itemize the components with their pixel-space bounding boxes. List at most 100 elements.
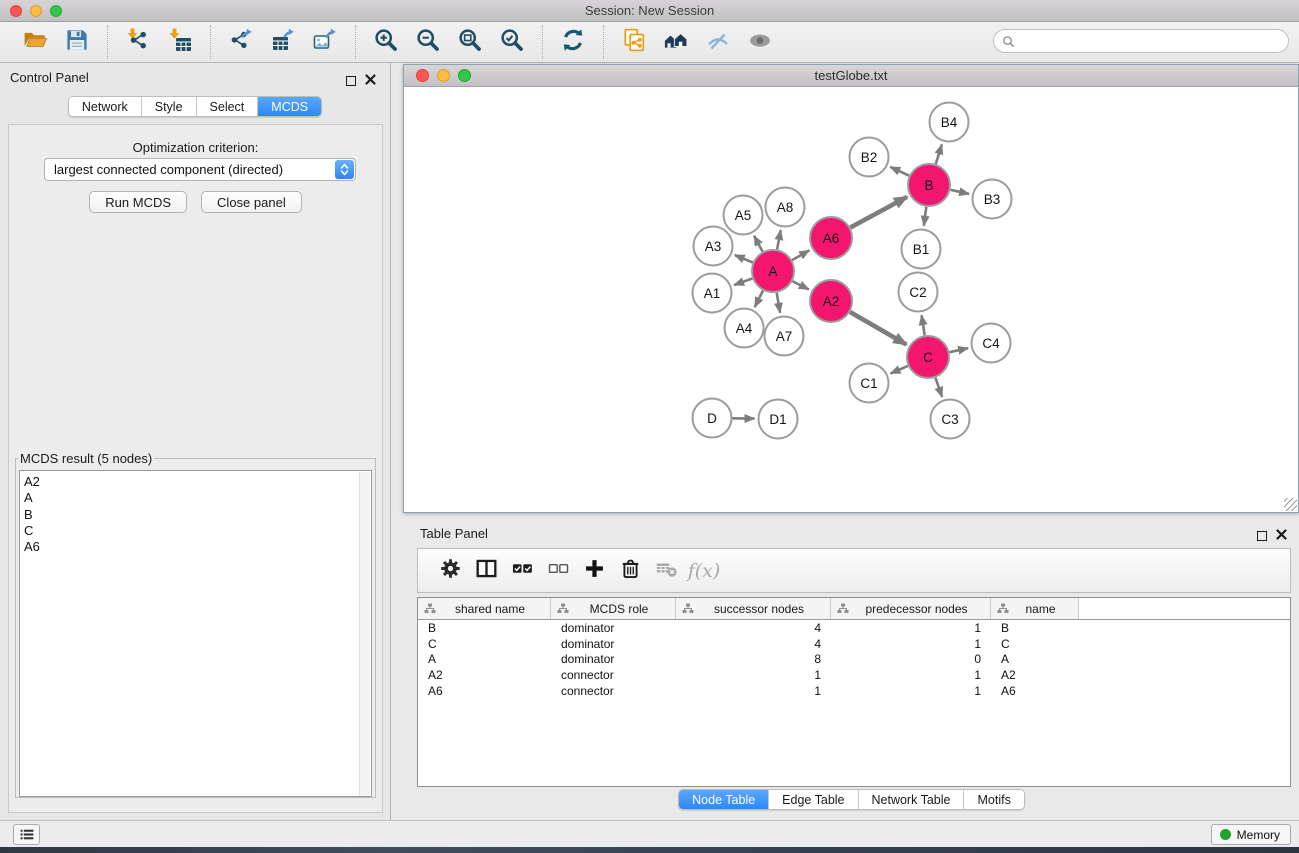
table-cell[interactable]: connector xyxy=(551,684,676,698)
clone-network-button[interactable] xyxy=(619,27,649,57)
float-table-panel-icon[interactable] xyxy=(1257,531,1267,541)
edge-A-A5[interactable] xyxy=(754,236,763,252)
node-A3[interactable]: A3 xyxy=(694,227,733,266)
node-C1[interactable]: C1 xyxy=(850,364,889,403)
table-cell[interactable]: A6 xyxy=(418,684,551,698)
table-cell[interactable]: 1 xyxy=(831,637,991,651)
edge-B-B1[interactable] xyxy=(924,207,926,226)
table-cell[interactable]: A xyxy=(991,652,1079,666)
hide-panel-button[interactable] xyxy=(703,27,733,57)
table-settings-button[interactable] xyxy=(432,555,468,587)
tab-network-table[interactable]: Network Table xyxy=(858,790,964,809)
minimize-window-button[interactable] xyxy=(30,5,42,17)
tab-node-table[interactable]: Node Table xyxy=(679,790,768,809)
search-box[interactable] xyxy=(993,29,1289,53)
import-table-button[interactable] xyxy=(165,27,195,57)
network-window-titlebar[interactable]: testGlobe.txt xyxy=(404,65,1298,87)
table-cell[interactable]: connector xyxy=(551,668,676,682)
table-cell[interactable]: 1 xyxy=(831,621,991,635)
column-header-successor-nodes[interactable]: successor nodes xyxy=(676,598,831,619)
mcds-result-item[interactable]: A6 xyxy=(20,539,371,555)
column-header-name[interactable]: name xyxy=(991,598,1079,619)
task-history-button[interactable] xyxy=(13,824,40,845)
table-cell[interactable]: 1 xyxy=(831,668,991,682)
import-network-button[interactable] xyxy=(123,27,153,57)
edge-A-A6[interactable] xyxy=(792,250,809,260)
tab-motifs[interactable]: Motifs xyxy=(963,790,1023,809)
zoom-fit-button[interactable] xyxy=(455,27,485,57)
edge-B-B2[interactable] xyxy=(890,167,909,176)
resize-grip[interactable] xyxy=(1284,498,1297,511)
tab-mcds[interactable]: MCDS xyxy=(257,97,321,116)
table-cell[interactable]: 4 xyxy=(676,621,831,635)
add-column-button[interactable] xyxy=(576,555,612,587)
edge-A-A3[interactable] xyxy=(735,255,753,263)
table-row[interactable]: Cdominator41C xyxy=(418,636,1290,652)
table-cell[interactable]: A2 xyxy=(418,668,551,682)
node-C2[interactable]: C2 xyxy=(899,273,938,312)
memory-button[interactable]: Memory xyxy=(1211,824,1291,845)
node-B4[interactable]: B4 xyxy=(930,103,969,142)
edge-A6-B[interactable] xyxy=(850,197,907,228)
column-header-shared-name[interactable]: shared name xyxy=(418,598,551,619)
mcds-result-item[interactable]: B xyxy=(20,507,371,523)
edge-A-A1[interactable] xyxy=(734,279,752,286)
table-row[interactable]: Bdominator41B xyxy=(418,620,1290,636)
edge-A-A4[interactable] xyxy=(755,291,763,308)
table-cell[interactable]: 1 xyxy=(676,684,831,698)
table-row[interactable]: Adominator80A xyxy=(418,652,1290,668)
edge-B-B3[interactable] xyxy=(951,190,970,194)
node-A2[interactable]: A2 xyxy=(810,280,852,322)
node-A4[interactable]: A4 xyxy=(725,309,764,348)
search-input[interactable] xyxy=(1020,34,1280,48)
edge-A-A7[interactable] xyxy=(777,293,780,313)
table-cell[interactable]: A xyxy=(418,652,551,666)
open-session-button[interactable] xyxy=(20,27,50,57)
refresh-view-button[interactable] xyxy=(558,27,588,57)
edge-A2-C[interactable] xyxy=(850,312,906,345)
table-cell[interactable]: 4 xyxy=(676,637,831,651)
node-A1[interactable]: A1 xyxy=(693,274,732,313)
tab-select[interactable]: Select xyxy=(196,97,258,116)
table-cell[interactable]: 1 xyxy=(831,684,991,698)
mcds-result-item[interactable]: A2 xyxy=(20,471,371,490)
node-A6[interactable]: A6 xyxy=(810,217,852,259)
table-cell[interactable]: dominator xyxy=(551,621,676,635)
mcds-result-item[interactable]: C xyxy=(20,523,371,539)
deselect-all-columns-button[interactable] xyxy=(540,555,576,587)
node-B1[interactable]: B1 xyxy=(902,230,941,269)
close-panel-button[interactable]: Close panel xyxy=(201,191,302,213)
edge-A-A2[interactable] xyxy=(793,281,809,289)
column-header-predecessor-nodes[interactable]: predecessor nodes xyxy=(831,598,991,619)
edge-C-C2[interactable] xyxy=(922,315,925,335)
delete-column-button[interactable] xyxy=(612,555,648,587)
float-panel-icon[interactable] xyxy=(346,76,356,86)
node-C[interactable]: C xyxy=(907,336,949,378)
edge-C-C3[interactable] xyxy=(935,378,942,397)
select-all-columns-button[interactable] xyxy=(504,555,540,587)
node-D1[interactable]: D1 xyxy=(759,400,798,439)
table-cell[interactable]: B xyxy=(991,621,1079,635)
maximize-window-button[interactable] xyxy=(50,5,62,17)
edge-B-B4[interactable] xyxy=(936,144,942,164)
table-cell[interactable]: C xyxy=(418,637,551,651)
table-row[interactable]: A2connector11A2 xyxy=(418,667,1290,683)
column-header-mcds-role[interactable]: MCDS role xyxy=(551,598,676,619)
node-B3[interactable]: B3 xyxy=(973,180,1012,219)
node-A7[interactable]: A7 xyxy=(765,317,804,356)
node-A5[interactable]: A5 xyxy=(724,196,763,235)
tab-edge-table[interactable]: Edge Table xyxy=(768,790,857,809)
zoom-in-button[interactable] xyxy=(371,27,401,57)
show-panel-button[interactable] xyxy=(745,27,775,57)
node-D[interactable]: D xyxy=(693,399,732,438)
network-maximize-button[interactable] xyxy=(458,69,471,82)
table-cell[interactable]: A6 xyxy=(991,684,1079,698)
table-cell[interactable]: C xyxy=(991,637,1079,651)
table-cell[interactable]: dominator xyxy=(551,652,676,666)
close-table-panel-icon[interactable] xyxy=(1276,527,1287,545)
table-cell[interactable]: B xyxy=(418,621,551,635)
close-panel-icon[interactable] xyxy=(365,72,376,90)
edge-A-A8[interactable] xyxy=(777,230,781,249)
tab-style[interactable]: Style xyxy=(141,97,196,116)
table-cell[interactable]: 0 xyxy=(831,652,991,666)
